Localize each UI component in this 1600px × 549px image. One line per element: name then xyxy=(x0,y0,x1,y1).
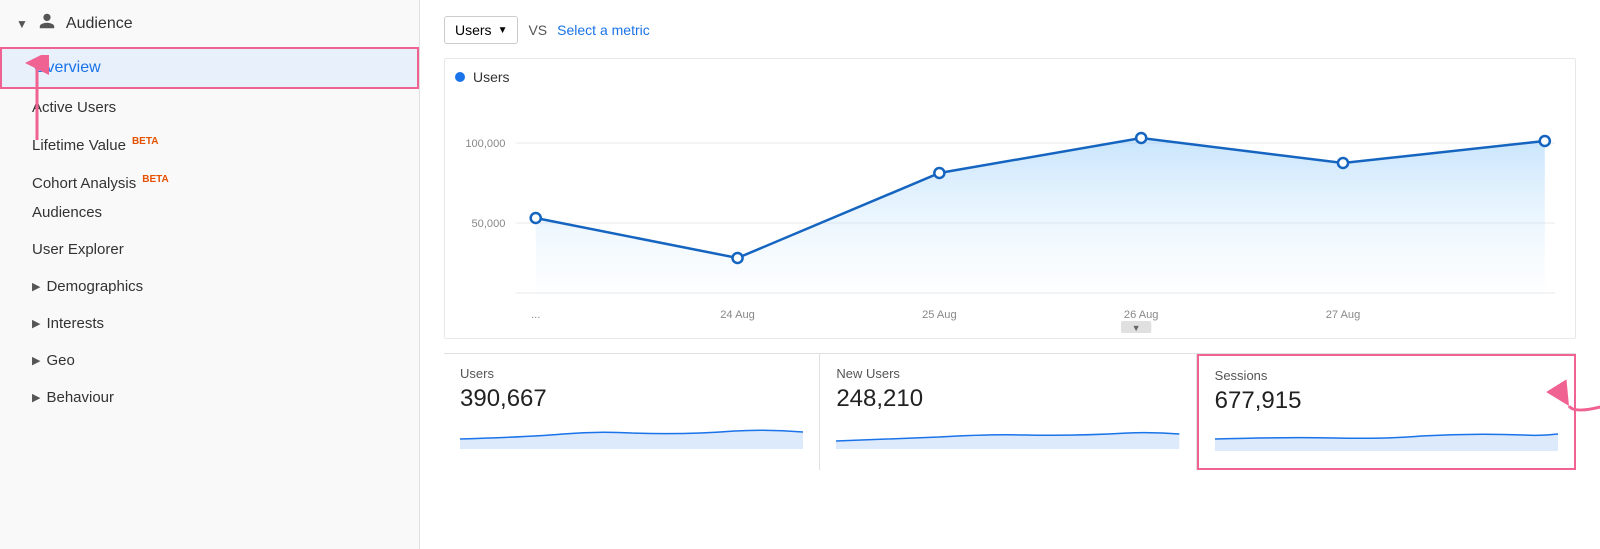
interests-label: Interests xyxy=(46,315,104,332)
legend-dot xyxy=(455,72,465,82)
cohort-analysis-beta: BETA xyxy=(142,174,168,185)
sessions-sparkline xyxy=(1215,421,1558,451)
geo-expand-icon: ▶ xyxy=(32,354,40,367)
users-sparkline xyxy=(460,419,803,449)
sidebar-item-cohort-analysis[interactable]: Cohort Analysis BETA xyxy=(0,164,419,194)
sessions-label: Sessions xyxy=(1215,368,1558,383)
new-users-label: New Users xyxy=(836,366,1179,381)
svg-text:▼: ▼ xyxy=(1132,323,1141,333)
sidebar-item-audiences[interactable]: Audiences xyxy=(0,194,419,231)
svg-text:24 Aug: 24 Aug xyxy=(720,309,755,321)
metric-dropdown[interactable]: Users ▼ xyxy=(444,16,518,44)
sessions-arrow-annotation xyxy=(1564,386,1600,426)
chart-svg: 100,000 50,000 ... 24 Aug 25 Aug 26 Aug … xyxy=(455,93,1565,333)
svg-text:25 Aug: 25 Aug xyxy=(922,309,957,321)
legend-label: Users xyxy=(473,69,510,85)
dropdown-arrow-icon: ▼ xyxy=(498,25,508,36)
sidebar-item-overview[interactable]: Overview xyxy=(0,47,419,89)
stats-row: Users 390,667 New Users 248,210 Sessions… xyxy=(444,353,1576,470)
audiences-label: Audiences xyxy=(32,204,102,221)
top-controls: Users ▼ VS Select a metric xyxy=(444,16,1576,44)
behaviour-label: Behaviour xyxy=(46,389,114,406)
sessions-value: 677,915 xyxy=(1215,387,1558,415)
sidebar-item-behaviour[interactable]: ▶ Behaviour xyxy=(0,379,419,416)
sidebar-item-geo[interactable]: ▶ Geo xyxy=(0,342,419,379)
arrow-annotation-overview xyxy=(12,55,62,145)
cohort-analysis-label: Cohort Analysis xyxy=(32,175,136,192)
sidebar-item-active-users[interactable]: Active Users xyxy=(0,89,419,126)
stat-box-sessions: Sessions 677,915 xyxy=(1197,354,1576,470)
demographics-expand-icon: ▶ xyxy=(32,280,40,293)
audience-label: Audience xyxy=(66,15,133,33)
geo-label: Geo xyxy=(46,352,74,369)
sidebar-item-demographics[interactable]: ▶ Demographics xyxy=(0,268,419,305)
sidebar-item-lifetime-value[interactable]: Lifetime ValueBETA xyxy=(0,126,419,164)
user-explorer-label: User Explorer xyxy=(32,241,124,258)
sidebar-item-user-explorer[interactable]: User Explorer xyxy=(0,231,419,268)
svg-text:50,000: 50,000 xyxy=(472,218,506,230)
svg-text:27 Aug: 27 Aug xyxy=(1326,309,1361,321)
sidebar: ▼ Audience Overview Active Users Lifetim… xyxy=(0,0,420,549)
svg-text:26 Aug: 26 Aug xyxy=(1124,309,1159,321)
behaviour-expand-icon: ▶ xyxy=(32,391,40,404)
chart-legend: Users xyxy=(455,69,1565,85)
chart-area: Users 100,000 50,000 xyxy=(444,58,1576,339)
stat-box-users: Users 390,667 xyxy=(444,354,820,470)
new-users-sparkline xyxy=(836,419,1179,449)
svg-text:100,000: 100,000 xyxy=(465,138,505,150)
select-metric-link[interactable]: Select a metric xyxy=(557,22,650,38)
users-label: Users xyxy=(460,366,803,381)
metric-label: Users xyxy=(455,22,492,38)
interests-expand-icon: ▶ xyxy=(32,317,40,330)
new-users-value: 248,210 xyxy=(836,385,1179,413)
demographics-label: Demographics xyxy=(46,278,143,295)
expand-audience-icon: ▼ xyxy=(16,17,28,31)
stat-box-new-users: New Users 248,210 xyxy=(820,354,1196,470)
sidebar-audience-header[interactable]: ▼ Audience xyxy=(0,0,419,47)
sidebar-item-interests[interactable]: ▶ Interests xyxy=(0,305,419,342)
main-content: Users ▼ VS Select a metric Users 100,000 xyxy=(420,0,1600,549)
vs-label: VS xyxy=(528,22,547,38)
lifetime-value-beta: BETA xyxy=(132,136,158,147)
svg-text:...: ... xyxy=(531,309,540,321)
users-value: 390,667 xyxy=(460,385,803,413)
person-icon xyxy=(38,12,56,35)
